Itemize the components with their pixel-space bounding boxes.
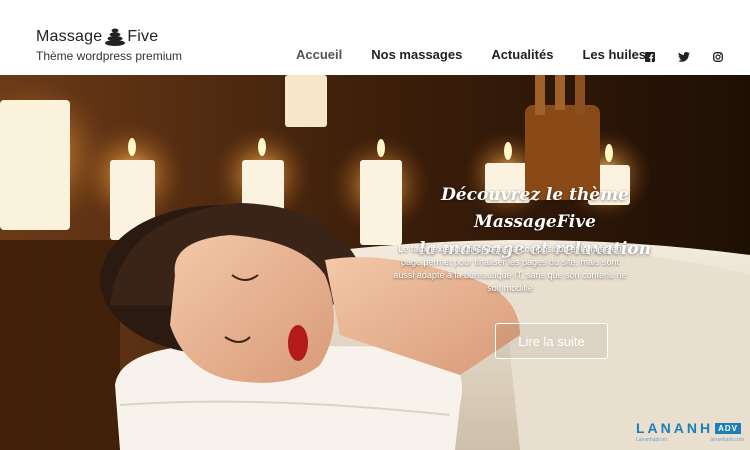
hero-banner: Découvrez le thème MassageFive la massag…	[0, 75, 750, 450]
site-header: Massage Five Thème wordpress premium Acc…	[0, 0, 750, 75]
read-more-button[interactable]: Lire la suite	[495, 323, 608, 359]
watermark-logo: LANANH ADV Lananhadv.vn lananhadv.com	[636, 420, 744, 444]
watermark-badge: ADV	[715, 422, 741, 434]
main-nav: Accueil Nos massages Actualités Les huil…	[296, 47, 675, 62]
site-tagline: Thème wordpress premium	[36, 49, 183, 63]
instagram-icon[interactable]	[711, 50, 725, 64]
twitter-icon[interactable]	[677, 50, 691, 64]
hero-description: Le faux texte ici utilisé dans la compos…	[393, 244, 627, 293]
watermark-brand: LANANH	[636, 420, 714, 436]
logo-text-five: Five	[127, 28, 159, 45]
nav-item-nos-massages[interactable]: Nos massages	[371, 47, 462, 62]
nav-item-actualites[interactable]: Actualités	[491, 47, 553, 62]
nav-item-les-huiles[interactable]: Les huiles	[582, 47, 646, 62]
watermark-caption-left: Lananhadv.vn	[636, 437, 668, 443]
facebook-icon[interactable]	[643, 50, 657, 64]
watermark-caption-right: lananhadv.com	[710, 437, 744, 443]
site-logo[interactable]: Massage Five Thème wordpress premium	[36, 24, 182, 63]
hero-title-line-1: Découvrez le thème MassageFive	[441, 185, 629, 232]
logo-text-massage: Massage	[36, 28, 103, 45]
nav-item-accueil[interactable]: Accueil	[296, 47, 342, 62]
stacked-stones-icon	[104, 26, 126, 46]
